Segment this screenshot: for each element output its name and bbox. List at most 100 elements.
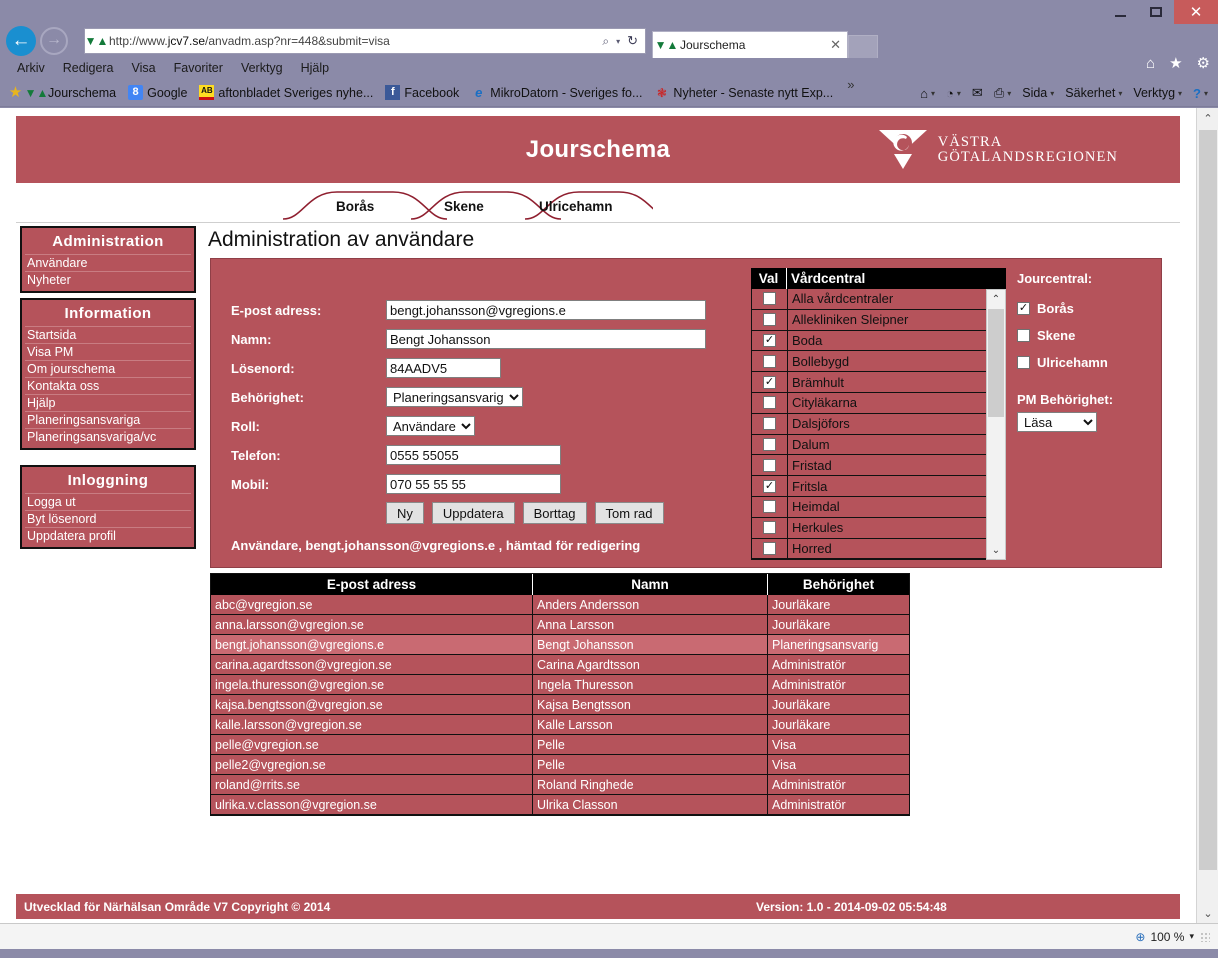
vardcentral-checkbox[interactable]	[763, 437, 776, 451]
vardcentral-row[interactable]: Allekliniken Sleipner	[752, 309, 1005, 331]
vardcentral-checkbox-cell[interactable]	[752, 538, 788, 559]
vardcentral-rows[interactable]: Alla vårdcentraler Allekliniken Sleipner ✓…	[751, 289, 1006, 560]
help-button[interactable]: ? ▾	[1189, 86, 1212, 101]
menu-item-arkiv[interactable]: Arkiv	[8, 61, 54, 75]
chevron-down-icon[interactable]: ▾	[1189, 931, 1194, 942]
sidebar-item-planeringsansvariga-vc[interactable]: Planeringsansvariga/vc	[25, 428, 191, 445]
jourcentral-option-bor-s[interactable]: ✓ Borås	[1017, 301, 1157, 316]
vardcentral-checkbox[interactable]	[763, 313, 776, 327]
vardcentral-checkbox[interactable]	[763, 396, 776, 410]
table-row[interactable]: anna.larsson@vgregion.se Anna Larsson Jour…	[211, 615, 909, 635]
vardcentral-row[interactable]: ✓ Brämhult	[752, 372, 1005, 393]
sidebar-item-hj-lp[interactable]: Hjälp	[25, 394, 191, 411]
vardcentral-scrollbar[interactable]: ⌃ ⌄	[986, 289, 1006, 560]
sidebar-item-om-jourschema[interactable]: Om jourschema	[25, 360, 191, 377]
jourcentral-option-skene[interactable]: Skene	[1017, 328, 1157, 343]
empty-row-button[interactable]: Tom rad	[594, 502, 664, 524]
close-button[interactable]: ✕	[1174, 0, 1218, 24]
page-scroll-down-icon[interactable]: ⌄	[1197, 903, 1218, 923]
vardcentral-checkbox-cell[interactable]	[752, 351, 788, 372]
favorite-google[interactable]: 8 Google	[122, 85, 193, 100]
page-scrollbar-thumb[interactable]	[1199, 130, 1217, 870]
sidebar-item-logga-ut[interactable]: Logga ut	[25, 493, 191, 510]
vardcentral-row[interactable]: Fristad	[752, 455, 1005, 477]
vardcentral-checkbox[interactable]	[763, 292, 776, 306]
vardcentral-row[interactable]: Herkules	[752, 517, 1005, 539]
mobil-input[interactable]	[386, 474, 561, 494]
vardcentral-checkbox-cell[interactable]	[752, 517, 788, 538]
jourcentral-checkbox[interactable]: ✓	[1017, 302, 1030, 315]
favorite-nyheter[interactable]: ❃ Nyheter - Senaste nytt Exp...	[648, 85, 839, 100]
update-button[interactable]: Uppdatera	[431, 502, 515, 524]
address-bar[interactable]: ▼▲ http://www.jcv7.se/anvadm.asp?nr=448&…	[84, 28, 646, 54]
beh-righet-select[interactable]: Planeringsansvarig	[386, 387, 523, 407]
security-menu-button[interactable]: Säkerhet ▾	[1061, 86, 1126, 100]
vardcentral-checkbox-cell[interactable]	[752, 392, 788, 413]
tab-ulricehamn[interactable]: Ulricehamn	[539, 199, 613, 214]
add-favorite-star-icon[interactable]: ★	[8, 85, 23, 100]
zoom-control[interactable]: ⊕ 100 % ▾	[1135, 930, 1194, 944]
vardcentral-checkbox[interactable]	[763, 458, 776, 472]
vardcentral-checkbox[interactable]: ✓	[763, 479, 776, 493]
tools-menu-button[interactable]: Verktyg ▾	[1129, 86, 1186, 100]
sidebar-item-uppdatera-profil[interactable]: Uppdatera profil	[25, 527, 191, 544]
scroll-up-icon[interactable]: ⌃	[987, 290, 1005, 308]
sidebar-item-visa-pm[interactable]: Visa PM	[25, 343, 191, 360]
vardcentral-row[interactable]: Alla vårdcentraler	[752, 289, 1005, 310]
vardcentral-checkbox[interactable]	[763, 417, 776, 431]
scrollbar-thumb[interactable]	[988, 309, 1004, 417]
jourcentral-checkbox[interactable]	[1017, 356, 1030, 369]
page-scrollbar[interactable]: ⌃ ⌄	[1196, 108, 1218, 923]
favorite-aftonbladet[interactable]: AB aftonbladet Sveriges nyhe...	[193, 85, 379, 100]
scroll-down-icon[interactable]: ⌄	[987, 541, 1005, 559]
table-row[interactable]: pelle2@vgregion.se Pelle Visa	[211, 755, 909, 775]
home-button[interactable]: ⌂ ▾	[916, 86, 939, 101]
menu-item-visa[interactable]: Visa	[123, 61, 165, 75]
sidebar-item-startsida[interactable]: Startsida	[25, 326, 191, 343]
roll-select[interactable]: Användare	[386, 416, 475, 436]
menu-item-hjalp[interactable]: Hjälp	[292, 61, 339, 75]
vardcentral-checkbox-cell[interactable]: ✓	[752, 372, 788, 392]
refresh-icon[interactable]: ↻	[627, 33, 638, 49]
minimize-button[interactable]	[1102, 0, 1138, 24]
search-icon[interactable]: ⌕	[602, 34, 609, 49]
table-row[interactable]: kalle.larsson@vgregion.se Kalle Larsson Jo…	[211, 715, 909, 735]
jourcentral-option-ulricehamn[interactable]: Ulricehamn	[1017, 355, 1157, 370]
sidebar-item-planeringsansvariga[interactable]: Planeringsansvariga	[25, 411, 191, 428]
mail-button[interactable]: ✉	[968, 85, 987, 101]
vardcentral-checkbox[interactable]	[763, 354, 776, 368]
delete-button[interactable]: Borttag	[522, 502, 587, 524]
tab-boras[interactable]: Borås	[336, 199, 374, 214]
vardcentral-checkbox[interactable]	[763, 541, 776, 555]
vardcentral-checkbox-cell[interactable]	[752, 496, 788, 517]
table-row[interactable]: carina.agardtsson@vgregion.se Carina Agar…	[211, 655, 909, 675]
page-scroll-up-icon[interactable]: ⌃	[1197, 108, 1218, 128]
vardcentral-row[interactable]: Dalsjöfors	[752, 413, 1005, 435]
new-button[interactable]: Ny	[386, 502, 424, 524]
vardcentral-checkbox[interactable]	[763, 500, 776, 514]
sidebar-item-anv-ndare[interactable]: Användare	[25, 254, 191, 271]
e-post-adress-input[interactable]	[386, 300, 706, 320]
vardcentral-row[interactable]: Cityläkarna	[752, 392, 1005, 414]
new-tab-button[interactable]	[848, 35, 878, 58]
menu-item-redigera[interactable]: Redigera	[54, 61, 123, 75]
vardcentral-checkbox-cell[interactable]	[752, 434, 788, 455]
jourcentral-checkbox[interactable]	[1017, 329, 1030, 342]
table-row[interactable]: roland@rrits.se Roland Ringhede Administra…	[211, 775, 909, 795]
feeds-button[interactable]: ◔ ▾	[942, 86, 965, 101]
forward-button[interactable]: →	[40, 27, 68, 55]
l-senord-input[interactable]	[386, 358, 501, 378]
vardcentral-row-partial[interactable]	[752, 559, 1005, 560]
table-row[interactable]: ulrika.v.classon@vgregion.se Ulrika Class…	[211, 795, 909, 815]
back-button[interactable]: ←	[6, 26, 36, 56]
vardcentral-row[interactable]: Horred	[752, 538, 1005, 559]
print-button[interactable]: ⎙ ▾	[990, 85, 1015, 101]
maximize-button[interactable]	[1138, 0, 1174, 24]
table-row[interactable]: kajsa.bengtsson@vgregion.se Kajsa Bengtss…	[211, 695, 909, 715]
vardcentral-checkbox[interactable]: ✓	[763, 375, 776, 389]
namn-input[interactable]	[386, 329, 706, 349]
favorite-jourschema[interactable]: ▼▲ Jourschema	[23, 85, 122, 100]
menu-item-favoriter[interactable]: Favoriter	[165, 61, 232, 75]
vardcentral-row[interactable]: Heimdal	[752, 496, 1005, 518]
favorites-overflow-icon[interactable]: »	[839, 77, 862, 92]
